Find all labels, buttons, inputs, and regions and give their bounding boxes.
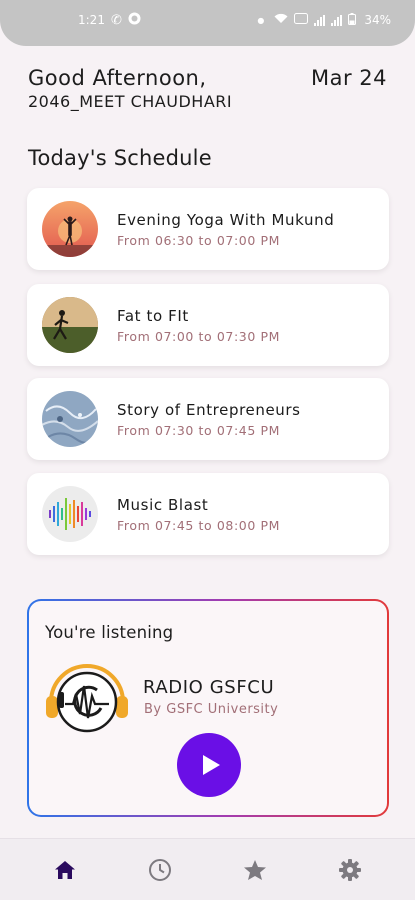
schedule-card-entrepreneurs[interactable]: Story of Entrepreneurs From 07:30 to 07:…: [27, 378, 389, 460]
play-button[interactable]: [177, 733, 241, 797]
station-name: RADIO GSFCU: [143, 677, 275, 698]
now-playing-card: You're listening RADIO GSFCU By GSFC Uni…: [27, 599, 389, 817]
event-title: Music Blast: [117, 495, 209, 514]
nav-home[interactable]: [41, 846, 89, 894]
wifi-icon: [274, 13, 288, 27]
date-label: Mar 24: [310, 66, 387, 90]
phone-icon: ✆: [110, 12, 122, 28]
battery-percentage: 34%: [364, 13, 391, 27]
card-text: Fat to FIt From 07:00 to 07:30 PM: [117, 307, 280, 344]
status-right: ● 34%: [257, 12, 391, 28]
whatsapp-icon: [128, 12, 141, 28]
home-icon: [55, 860, 76, 879]
schedule-card-music[interactable]: Music Blast From 07:45 to 08:00 PM: [27, 473, 389, 555]
event-title: Story of Entrepreneurs: [117, 400, 301, 419]
music-thumbnail: [42, 486, 98, 542]
event-time: From 06:30 to 07:00 PM: [117, 232, 280, 248]
entrepreneurs-thumbnail: [42, 391, 98, 447]
battery-icon: [348, 12, 357, 28]
bottom-navigation: [0, 838, 415, 900]
radio-gsfcu-logo: [43, 656, 131, 736]
notification-dot-icon: ●: [257, 15, 265, 25]
event-time: From 07:00 to 07:30 PM: [117, 328, 280, 344]
signal-icon-secondary: [331, 14, 343, 26]
event-title: Fat to FIt: [117, 306, 189, 325]
volte-icon: [294, 13, 309, 27]
star-icon: [243, 859, 266, 880]
schedule-card-fitness[interactable]: Fat to FIt From 07:00 to 07:30 PM: [27, 284, 389, 366]
card-text: Evening Yoga With Mukund From 06:30 to 0…: [117, 211, 334, 248]
settings-icon: [338, 858, 361, 881]
listening-heading: You're listening: [45, 623, 174, 642]
station-subtitle: By GSFC University: [144, 702, 279, 717]
greeting-header: Good Afternoon, 2046_MEET CHAUDHARI Mar …: [28, 66, 387, 111]
nav-settings[interactable]: [326, 846, 374, 894]
signal-icon: [314, 14, 326, 26]
nav-favorites[interactable]: [231, 846, 279, 894]
play-icon: [203, 755, 220, 775]
status-bar: 1:21 ✆ ● 34%: [0, 0, 415, 46]
status-left: 1:21 ✆: [78, 12, 141, 28]
schedule-card-yoga[interactable]: Evening Yoga With Mukund From 06:30 to 0…: [27, 188, 389, 270]
status-time: 1:21: [78, 13, 105, 27]
event-time: From 07:45 to 08:00 PM: [117, 517, 280, 533]
clock-icon: [149, 858, 172, 881]
card-text: Story of Entrepreneurs From 07:30 to 07:…: [117, 401, 301, 438]
schedule-title: Today's Schedule: [28, 146, 212, 170]
fitness-thumbnail: [42, 297, 98, 353]
yoga-thumbnail: [42, 201, 98, 257]
nav-schedule[interactable]: [136, 846, 184, 894]
username: 2046_MEET CHAUDHARI: [28, 92, 233, 111]
event-title: Evening Yoga With Mukund: [117, 210, 335, 229]
now-playing-inner: You're listening RADIO GSFCU By GSFC Uni…: [29, 601, 387, 815]
event-time: From 07:30 to 07:45 PM: [117, 422, 280, 438]
card-text: Music Blast From 07:45 to 08:00 PM: [117, 496, 280, 533]
